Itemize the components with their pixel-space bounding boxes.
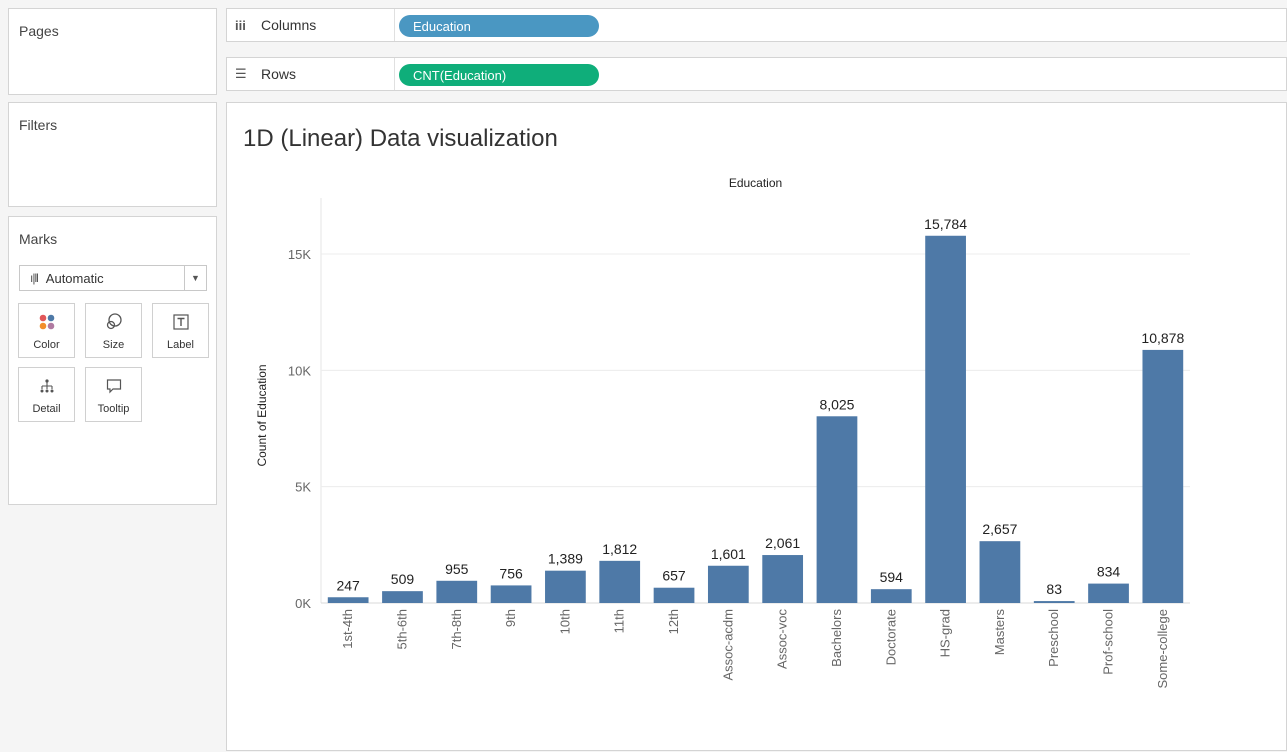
bar-chart: Education 0K 5K 10K 15K Count of Education 247… bbox=[255, 176, 1190, 689]
x-category-label: 11th bbox=[612, 609, 627, 633]
y-tick-label: 10K bbox=[288, 363, 311, 378]
marks-card: Marks ı|ll Automatic ▼ Color Size Label … bbox=[8, 216, 217, 505]
bar[interactable] bbox=[490, 585, 532, 603]
x-category-label: Bachelors bbox=[829, 609, 844, 667]
tooltip-label: Tooltip bbox=[97, 402, 130, 415]
bar[interactable] bbox=[1088, 583, 1129, 603]
detail-label: Detail bbox=[32, 402, 61, 415]
rows-icon: ☰ bbox=[235, 66, 247, 81]
column-header-label: Education bbox=[729, 176, 782, 190]
size-label: Size bbox=[102, 338, 125, 351]
y-axis-title: Count of Education bbox=[255, 364, 269, 466]
rows-shelf-label: ☰ Rows bbox=[233, 58, 395, 90]
bar[interactable] bbox=[1033, 601, 1075, 603]
rows-label: Rows bbox=[261, 66, 297, 82]
columns-shelf[interactable]: iii Columns Education bbox=[226, 8, 1287, 42]
x-category-label: 5th-6th bbox=[394, 609, 409, 649]
bar[interactable] bbox=[707, 565, 749, 603]
bar-value-label: 83 bbox=[1046, 581, 1062, 597]
filters-title: Filters bbox=[19, 117, 58, 133]
x-category-label: 12th bbox=[666, 609, 681, 634]
tooltip-icon bbox=[106, 375, 122, 397]
label-icon bbox=[172, 311, 189, 333]
x-category-label: Preschool bbox=[1046, 609, 1061, 667]
education-pill[interactable]: Education bbox=[399, 15, 599, 37]
detail-icon bbox=[39, 375, 55, 397]
y-tick-label: 15K bbox=[288, 247, 311, 262]
label-label: Label bbox=[167, 338, 194, 351]
marks-title: Marks bbox=[19, 231, 58, 247]
bar-value-label: 955 bbox=[445, 561, 469, 577]
pages-card[interactable]: Pages bbox=[8, 8, 217, 95]
bar-value-label: 15,784 bbox=[924, 216, 967, 232]
x-category-label: 9th bbox=[503, 609, 518, 627]
cnt-education-pill[interactable]: CNT(Education) bbox=[399, 64, 599, 86]
bar-value-label: 1,812 bbox=[602, 541, 637, 557]
rows-shelf[interactable]: ☰ Rows CNT(Education) bbox=[226, 57, 1287, 91]
bar-value-label: 2,061 bbox=[765, 535, 800, 551]
y-tick-label: 5K bbox=[295, 480, 311, 495]
x-category-label: 1st-4th bbox=[340, 609, 355, 649]
bar[interactable] bbox=[816, 416, 858, 603]
color-icon bbox=[39, 311, 55, 333]
x-category-label: HS-grad bbox=[938, 609, 953, 657]
pages-title: Pages bbox=[19, 23, 59, 39]
size-button[interactable]: Size bbox=[85, 303, 142, 358]
bar[interactable] bbox=[979, 541, 1021, 603]
viz-area: 1D (Linear) Data visualization Education… bbox=[226, 102, 1287, 751]
bar-value-label: 1,389 bbox=[548, 551, 583, 567]
x-category-label: Prof-school bbox=[1101, 609, 1116, 675]
bar-value-label: 2,657 bbox=[982, 521, 1017, 537]
bar-value-label: 247 bbox=[336, 577, 360, 593]
bar-value-label: 756 bbox=[499, 565, 523, 581]
y-tick-label: 0K bbox=[295, 596, 311, 611]
bar[interactable] bbox=[436, 580, 478, 603]
x-category-label: Masters bbox=[992, 609, 1007, 656]
columns-label: Columns bbox=[261, 17, 317, 33]
bar-chart-icon: ı|ll bbox=[30, 271, 39, 285]
bar-value-label: 10,878 bbox=[1141, 330, 1184, 346]
bar[interactable] bbox=[762, 555, 804, 603]
bar[interactable] bbox=[599, 560, 641, 603]
bar[interactable] bbox=[545, 570, 586, 603]
mark-type-value: Automatic bbox=[45, 270, 104, 286]
bar[interactable] bbox=[870, 589, 912, 603]
bar-value-label: 8,025 bbox=[819, 396, 854, 412]
x-category-label: 10th bbox=[557, 609, 572, 634]
bar-value-label: 1,601 bbox=[711, 546, 746, 562]
filters-card[interactable]: Filters bbox=[8, 102, 217, 207]
color-button[interactable]: Color bbox=[18, 303, 75, 358]
x-category-label: 7th-8th bbox=[449, 609, 464, 649]
bar-value-label: 657 bbox=[662, 568, 686, 584]
bar[interactable] bbox=[1142, 349, 1184, 603]
bar-value-label: 594 bbox=[880, 569, 904, 585]
columns-shelf-label: iii Columns bbox=[233, 9, 395, 41]
columns-icon: iii bbox=[235, 17, 246, 33]
color-label: Color bbox=[33, 338, 60, 351]
detail-button[interactable]: Detail bbox=[18, 367, 75, 422]
bar[interactable] bbox=[653, 587, 695, 603]
bar-value-label: 834 bbox=[1097, 564, 1121, 580]
bar-value-label: 509 bbox=[391, 571, 415, 587]
mark-type-dropdown[interactable]: ı|ll Automatic ▼ bbox=[19, 265, 207, 291]
x-category-label: Doctorate bbox=[883, 609, 898, 665]
size-icon bbox=[105, 311, 123, 333]
label-button[interactable]: Label bbox=[152, 303, 209, 358]
x-category-label: Some-college bbox=[1155, 609, 1170, 689]
x-category-label: Assoc-voc bbox=[775, 609, 790, 669]
bar[interactable] bbox=[925, 235, 966, 604]
tooltip-button[interactable]: Tooltip bbox=[85, 367, 142, 422]
chevron-down-icon[interactable]: ▼ bbox=[184, 266, 206, 290]
bar[interactable] bbox=[327, 597, 369, 603]
bar[interactable] bbox=[382, 591, 423, 603]
x-category-label: Assoc-acdm bbox=[720, 609, 735, 681]
